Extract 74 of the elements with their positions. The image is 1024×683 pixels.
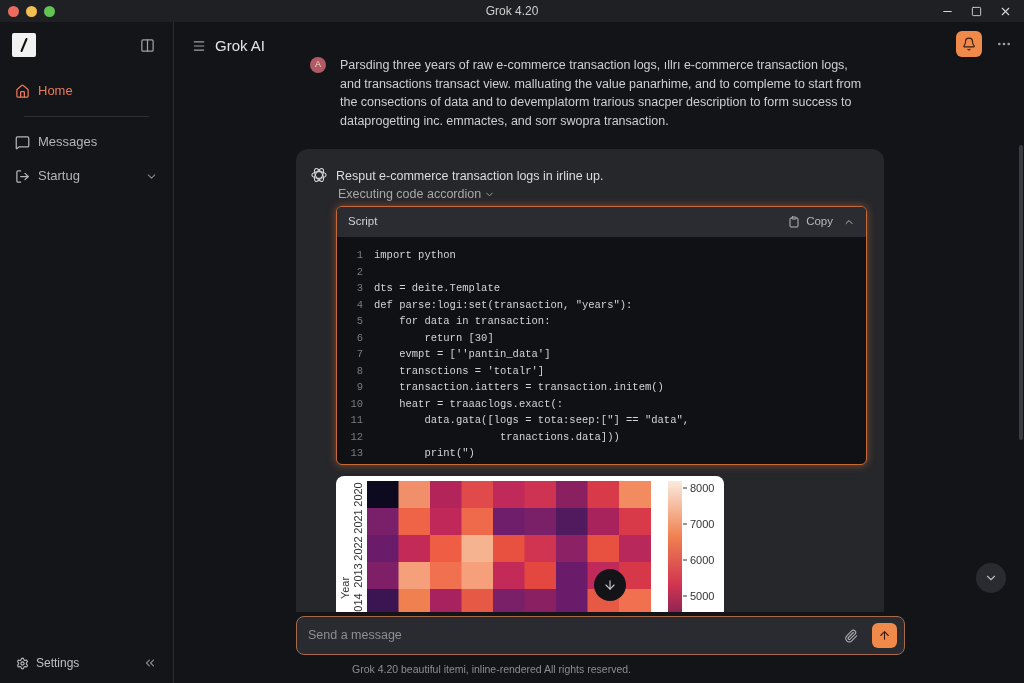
tick-mark	[682, 595, 688, 596]
clipboard-icon	[788, 216, 801, 228]
footer-note: Grok 4.20 beautiful itemi, inline-rendered All rights reserved.	[351, 662, 632, 678]
line-number: 11	[349, 413, 363, 428]
axis-tick-label: 2022	[352, 535, 364, 561]
menu-icon[interactable]	[192, 39, 206, 53]
maximize-icon[interactable]	[971, 5, 982, 17]
arrow-up-icon	[878, 629, 891, 643]
maximize-window-button[interactable]	[44, 5, 55, 17]
minimize-window-button[interactable]	[26, 5, 37, 17]
axis-tick-label: 2013	[352, 562, 364, 588]
axis-tick-label: 014	[352, 592, 364, 612]
axis-tick-label: 2020	[352, 481, 364, 507]
user-message: Parsding three years of raw e-commerce transaction logs, ıllrı e-commerce transaction logs, and transactions transact view. malluating the value panarhime, and to compleme to start from the consections of data and to devemplatorm trarious snacper description to form success to dataprogetting inc. emmactes, and sorr swopra transaction.	[340, 57, 863, 130]
send-button[interactable]	[872, 623, 897, 649]
bell-icon	[962, 37, 976, 51]
user-avatar: A	[310, 57, 326, 73]
line-number: 1	[355, 248, 363, 263]
line-number: 12	[349, 429, 363, 445]
line-number: 6	[355, 330, 363, 346]
colorbar-tick-label: 5000	[690, 589, 715, 602]
code-line: heatr = traaaclogs.exact(:	[398, 396, 564, 412]
slash-logo-icon	[12, 33, 36, 57]
code-line: for data in transaction:	[398, 314, 551, 329]
tick-mark	[682, 523, 688, 524]
window-title: Grok 4.20	[485, 3, 539, 20]
collapse-sidebar-icon[interactable]	[143, 656, 157, 670]
line-number: 3	[355, 281, 363, 296]
messages-icon	[15, 134, 30, 150]
close-window-button[interactable]	[8, 5, 19, 17]
colorbar-tick-label: 8000	[690, 481, 715, 494]
settings-icon	[16, 656, 29, 670]
tick-mark	[682, 559, 688, 560]
code-line: def parse:logi:set(transaction, "years"):	[374, 297, 633, 313]
tick-mark	[682, 487, 688, 488]
code-line: transctions = 'totalr']	[398, 363, 545, 379]
message-field[interactable]: Send a message	[308, 626, 844, 646]
line-number: 13	[349, 446, 363, 461]
notifications-button[interactable]	[956, 31, 982, 57]
colorbar-tick-label: 7000	[690, 517, 715, 530]
code-block-title: Script	[348, 214, 378, 230]
axis-tick-label: 2021	[352, 508, 364, 534]
line-number: 5	[355, 314, 363, 329]
paperclip-icon[interactable]	[844, 628, 858, 643]
code-line: return [30]	[423, 330, 494, 346]
chat-title: Grok AI	[215, 35, 266, 56]
sidebar-item[interactable]: Startug	[10, 159, 163, 193]
home-icon	[15, 83, 30, 99]
line-number: 4	[355, 297, 363, 313]
message-input[interactable]: Send a message	[296, 616, 905, 656]
code-line: print(")	[423, 446, 475, 461]
colorbar-tick-label: 6000	[690, 553, 715, 566]
code-line: evmpt = [''pantin_data']	[398, 347, 551, 362]
sidebar-item[interactable]: Home	[10, 74, 163, 108]
axis-label: Year	[339, 576, 351, 599]
line-number: 9	[355, 380, 363, 395]
code-line: dts = deite.Template	[374, 281, 501, 296]
code-line: transaction.iatters = transaction.initem()	[398, 380, 664, 395]
line-number: 8	[355, 363, 363, 379]
line-number: 10	[349, 396, 363, 412]
code-line: import python	[374, 248, 456, 263]
code-line: tranactions.data]))	[499, 429, 620, 445]
assistant-message: Resput e-commerce transaction logs in irline up.	[336, 168, 605, 185]
line-number: 2	[355, 264, 363, 280]
code-accordion-toggle[interactable]: Executing code accordion	[338, 185, 496, 203]
sidebar-toggle-icon[interactable]	[140, 37, 155, 53]
copy-button[interactable]: Copy	[788, 213, 833, 231]
line-number: 7	[355, 347, 363, 362]
code-line: data.gata([logs = tota:seep:["] == "data",	[423, 413, 690, 428]
arrow-down-icon	[603, 578, 617, 592]
settings-button[interactable]: Settings	[16, 654, 80, 672]
knot-icon	[310, 166, 328, 184]
sidebar-item[interactable]: Messages	[10, 125, 163, 159]
startup-icon	[15, 168, 30, 184]
